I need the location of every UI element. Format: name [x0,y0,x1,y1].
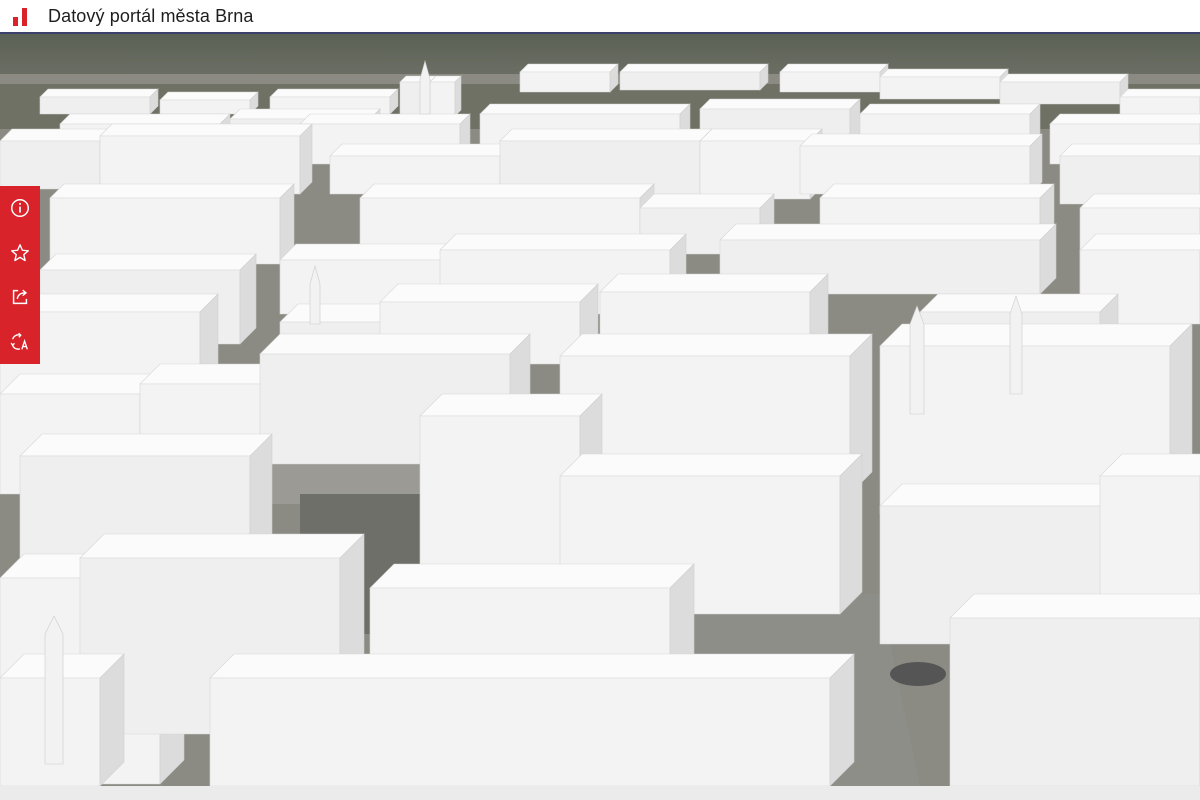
building-roof [639,193,775,209]
building-roof [279,243,467,261]
building-front [39,96,151,115]
city-3d-scene[interactable] [0,34,1200,786]
building-roof [1079,233,1200,251]
building-roof [879,483,1133,507]
building-front [779,71,881,93]
side-toolbar [0,186,40,364]
building-roof [59,113,231,125]
building-roof [779,63,889,73]
building-roof [519,63,619,73]
building-roof [419,393,603,417]
building-roof [0,128,113,142]
app-window: Datový portál města Brna [0,0,1200,800]
building-roof [879,323,1193,347]
building-roof [79,533,365,559]
building-roof [859,103,1041,115]
translate-button[interactable] [0,320,40,365]
building-front [429,81,456,117]
building-roof [39,253,257,271]
building-front [0,140,101,190]
page-title: Datový portál města Brna [48,5,254,26]
building-roof [259,333,531,355]
building-roof [0,373,161,395]
map-3d-view[interactable] [0,34,1200,786]
share-button[interactable] [0,275,40,320]
building-roof [559,333,873,357]
building-roof [1059,143,1200,157]
building-roof [999,73,1129,83]
building-front [519,71,611,93]
building-roof [329,143,513,157]
building-roof [159,91,259,101]
fountain-ring [890,662,946,686]
building-roof [19,433,273,457]
building-roof [39,88,159,98]
building-roof [699,128,823,142]
building-side [454,75,462,117]
building-roof [269,88,399,98]
building-roof [719,223,1057,241]
building-roof [209,653,855,679]
building-roof [369,563,695,589]
building-front [419,415,581,575]
building-roof [819,183,1055,199]
favorite-button[interactable] [0,231,40,276]
building-front [999,81,1121,105]
building-roof [299,113,471,125]
building-roof [879,68,1009,78]
building-roof [439,233,687,251]
building-front [879,76,1001,100]
building-roof [499,128,713,142]
tower-spire [909,305,925,415]
building-roof [1079,193,1200,209]
building-roof [359,183,655,199]
building-roof [619,63,769,73]
building-front [209,677,831,786]
building-roof [599,273,829,293]
building-side [239,253,257,345]
info-button[interactable] [0,186,40,231]
bottom-strip [0,786,1200,800]
building-front [619,71,761,91]
building-roof [559,453,863,477]
building-roof [1049,113,1200,125]
building-side [839,453,863,615]
building-front [699,140,811,200]
header-bar: Datový portál města Brna [0,0,1200,34]
building-roof [949,593,1200,619]
star-icon [11,243,29,261]
translate-icon [10,332,28,350]
building-roof [799,133,1043,147]
share-icon [12,289,28,305]
bar-chart-logo-icon[interactable] [13,6,31,26]
tower-spire [44,615,64,765]
building-roof [1119,88,1200,98]
tower-spire [1009,295,1023,395]
info-icon [11,199,29,218]
building-front [949,617,1200,786]
building-roof [49,183,295,199]
building-roof [479,103,691,115]
buildings-layer [0,59,1200,786]
building-roof [379,283,599,303]
building-front [159,99,251,115]
building-side [299,123,313,195]
building-roof [99,123,313,137]
building-roof [699,98,861,110]
